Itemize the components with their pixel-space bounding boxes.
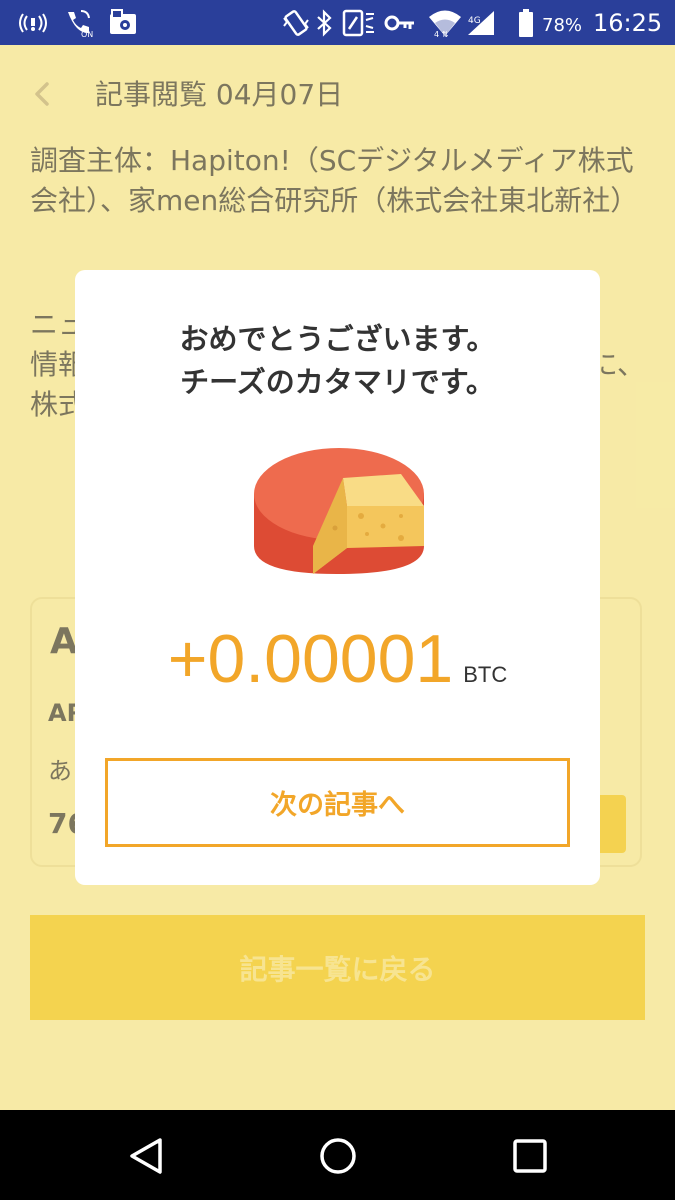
vibrate-icon [282, 0, 310, 45]
cellular-signal-icon: 4G [466, 0, 496, 45]
navigation-bar [0, 1110, 675, 1200]
cheese-wheel-icon [254, 448, 424, 574]
battery-icon [518, 0, 534, 45]
status-bar: ON 4 ⇅ 4G 78% 16:25 [0, 0, 675, 45]
svg-text:ON: ON [81, 30, 93, 38]
reward-amount: +0.00001 [167, 621, 454, 697]
congrats-message: おめでとうございます。 チーズのカタマリです。 [75, 318, 600, 404]
clock: 16:25 [593, 8, 663, 37]
reward-display: +0.00001 BTC [75, 620, 600, 698]
congrats-line: おめでとうございます。 [179, 322, 496, 356]
recents-square-icon[interactable] [508, 1134, 552, 1178]
vpn-key-icon [384, 0, 416, 45]
back-triangle-icon[interactable] [124, 1134, 168, 1178]
svg-text:4 ⇅: 4 ⇅ [434, 30, 449, 38]
home-circle-icon[interactable] [316, 1134, 360, 1178]
svg-text:4G: 4G [468, 16, 481, 26]
wifi-icon: 4 ⇅ [428, 0, 462, 45]
signal-broadcast-icon [18, 0, 48, 45]
wifi-calling-on-icon: ON [64, 0, 96, 45]
notification-card-icon [108, 0, 138, 45]
nfc-icon [342, 0, 376, 45]
bluetooth-icon [315, 0, 333, 45]
battery-percent: 78% [542, 15, 583, 36]
reward-unit: BTC [463, 662, 508, 687]
next-article-button[interactable]: 次の記事へ [105, 758, 570, 847]
reward-dialog: おめでとうございます。 チーズのカタマリです。 +0.00001 BTC 次の記事… [75, 270, 600, 885]
congrats-line: チーズのカタマリです。 [180, 365, 495, 399]
